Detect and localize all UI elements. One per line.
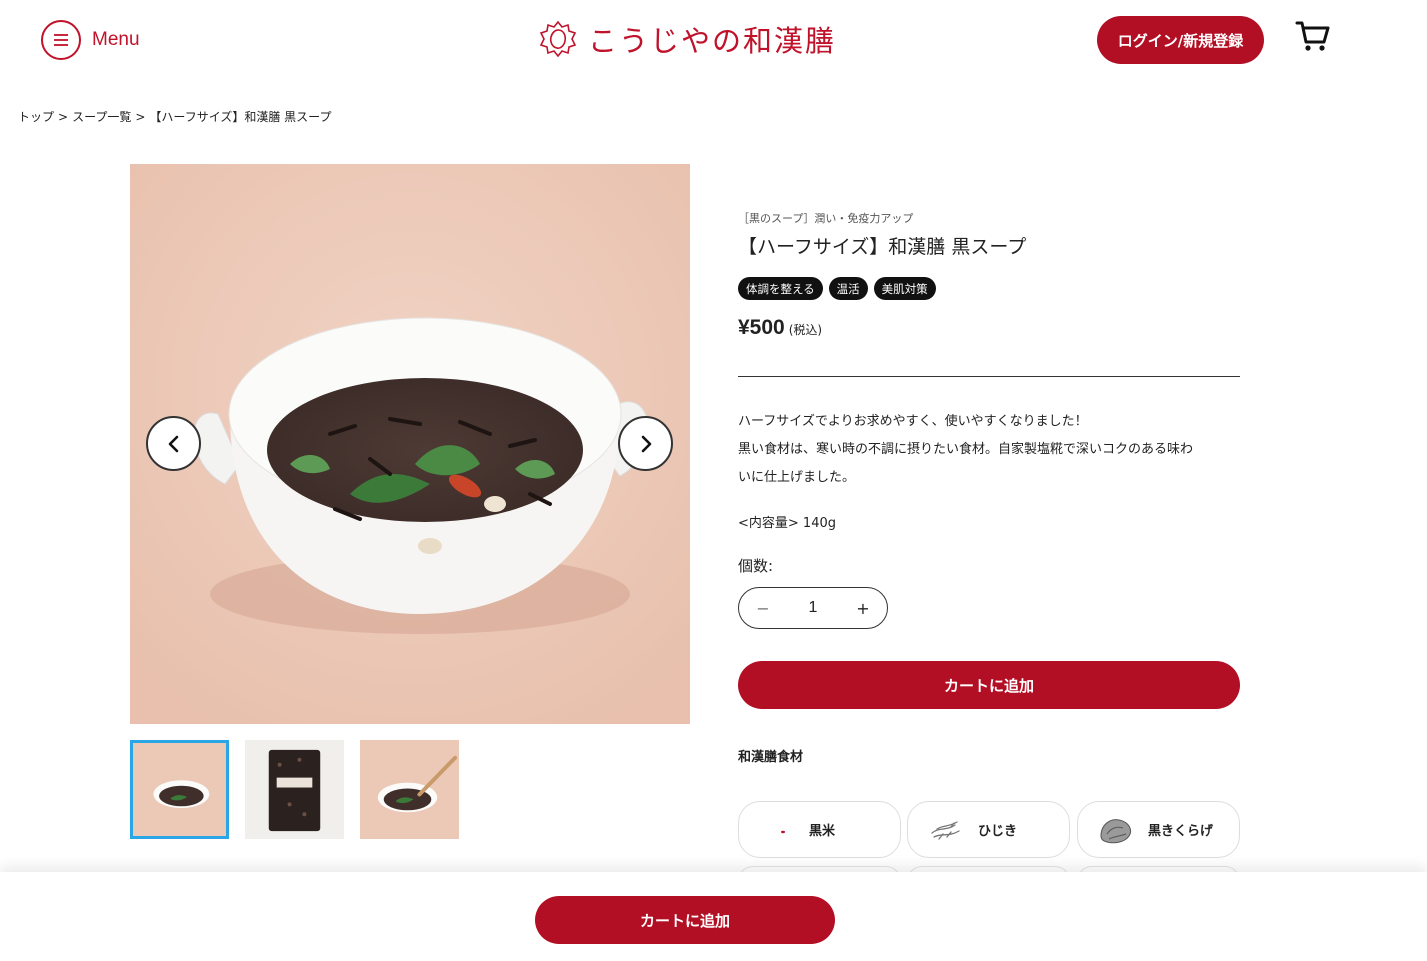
product-tags: 体調を整える 温活 美肌対策 [738, 277, 936, 300]
breadcrumb-separator: > [135, 109, 146, 124]
description-line: 黒い食材は、寒い時の不調に摂りたい食材。自家製塩糀で深いコクのある味わ [738, 442, 1194, 457]
chevron-left-icon [168, 435, 178, 452]
login-register-button[interactable]: ログイン/新規登録 [1097, 16, 1264, 64]
logo-text: こうじやの和漢膳 [588, 24, 837, 58]
ingredient-card-hijiki[interactable]: ひじき [907, 801, 1070, 858]
ingredient-card-black-rice[interactable]: 黒米 [738, 801, 901, 858]
cart-icon[interactable] [1294, 17, 1332, 55]
ingredient-label: 黒米 [809, 824, 836, 839]
breadcrumb-top[interactable]: トップ [18, 108, 54, 125]
gallery-thumbnail[interactable] [360, 740, 459, 839]
product-main-image [130, 164, 690, 724]
hijiki-icon [924, 810, 968, 850]
add-to-cart-button[interactable]: カートに追加 [738, 661, 1240, 709]
description-line: いに仕上げました。 [738, 470, 856, 485]
price-value: ¥500 [738, 316, 785, 339]
ingredient-label: ひじき [978, 824, 1018, 839]
product-tag: 美肌対策 [873, 277, 936, 300]
ingredient-card-wood-ear[interactable]: 黒きくらげ [1077, 801, 1240, 858]
breadcrumb-soup-list[interactable]: スープ一覧 [72, 108, 131, 125]
quantity-input[interactable] [793, 599, 833, 617]
logo-mark-icon [539, 20, 577, 58]
product-description: ハーフサイズでよりお求めやすく、使いやすくなりました！ 黒い食材は、寒い時の不調… [738, 408, 1238, 492]
site-header: Menu こうじやの和漢膳 ログイン/新規登録 [0, 0, 1427, 82]
site-logo[interactable]: こうじやの和漢膳 [538, 18, 836, 60]
breadcrumb: トップ > スープ一覧 > 【ハーフサイズ】和漢膳 黒スープ [18, 108, 331, 125]
quantity-increase-button[interactable]: + [853, 599, 873, 618]
ingredients-heading: 和漢膳食材 [738, 750, 804, 765]
chevron-right-icon [641, 435, 651, 452]
hamburger-icon [41, 20, 81, 60]
divider [738, 376, 1240, 377]
price-tax-note: (税込) [788, 323, 823, 337]
quantity-decrease-button[interactable]: − [753, 599, 773, 618]
product-title: 【ハーフサイズ】和漢膳 黒スープ [738, 236, 1027, 258]
gallery-thumbnail[interactable] [245, 740, 344, 839]
product-tag: 温活 [828, 277, 868, 300]
sticky-add-to-cart-button[interactable]: カートに追加 [535, 896, 835, 944]
gallery-next-button[interactable] [618, 416, 673, 471]
menu-label: Menu [92, 29, 140, 50]
product-price: ¥500 (税込) [738, 316, 822, 340]
ingredient-label: 黒きくらげ [1148, 824, 1214, 839]
description-line: ハーフサイズでよりお求めやすく、使いやすくなりました！ [738, 414, 1088, 429]
product-tag: 体調を整える [738, 277, 823, 300]
breadcrumb-current: 【ハーフサイズ】和漢膳 黒スープ [149, 110, 332, 124]
product-category: ［黒のスープ］潤い・免疫力アップ [738, 212, 914, 225]
gallery-thumbnail[interactable] [130, 740, 229, 839]
quantity-stepper: − + [738, 587, 888, 629]
sticky-cart-bar: カートに追加 [0, 872, 1427, 961]
gallery-prev-button[interactable] [146, 416, 201, 471]
wood-ear-icon [1094, 810, 1138, 850]
breadcrumb-separator: > [58, 109, 69, 124]
menu-button[interactable]: Menu [41, 20, 140, 60]
black-rice-icon [755, 810, 799, 850]
quantity-label: 個数: [738, 557, 774, 575]
product-volume: <内容量> 140g [738, 516, 836, 531]
